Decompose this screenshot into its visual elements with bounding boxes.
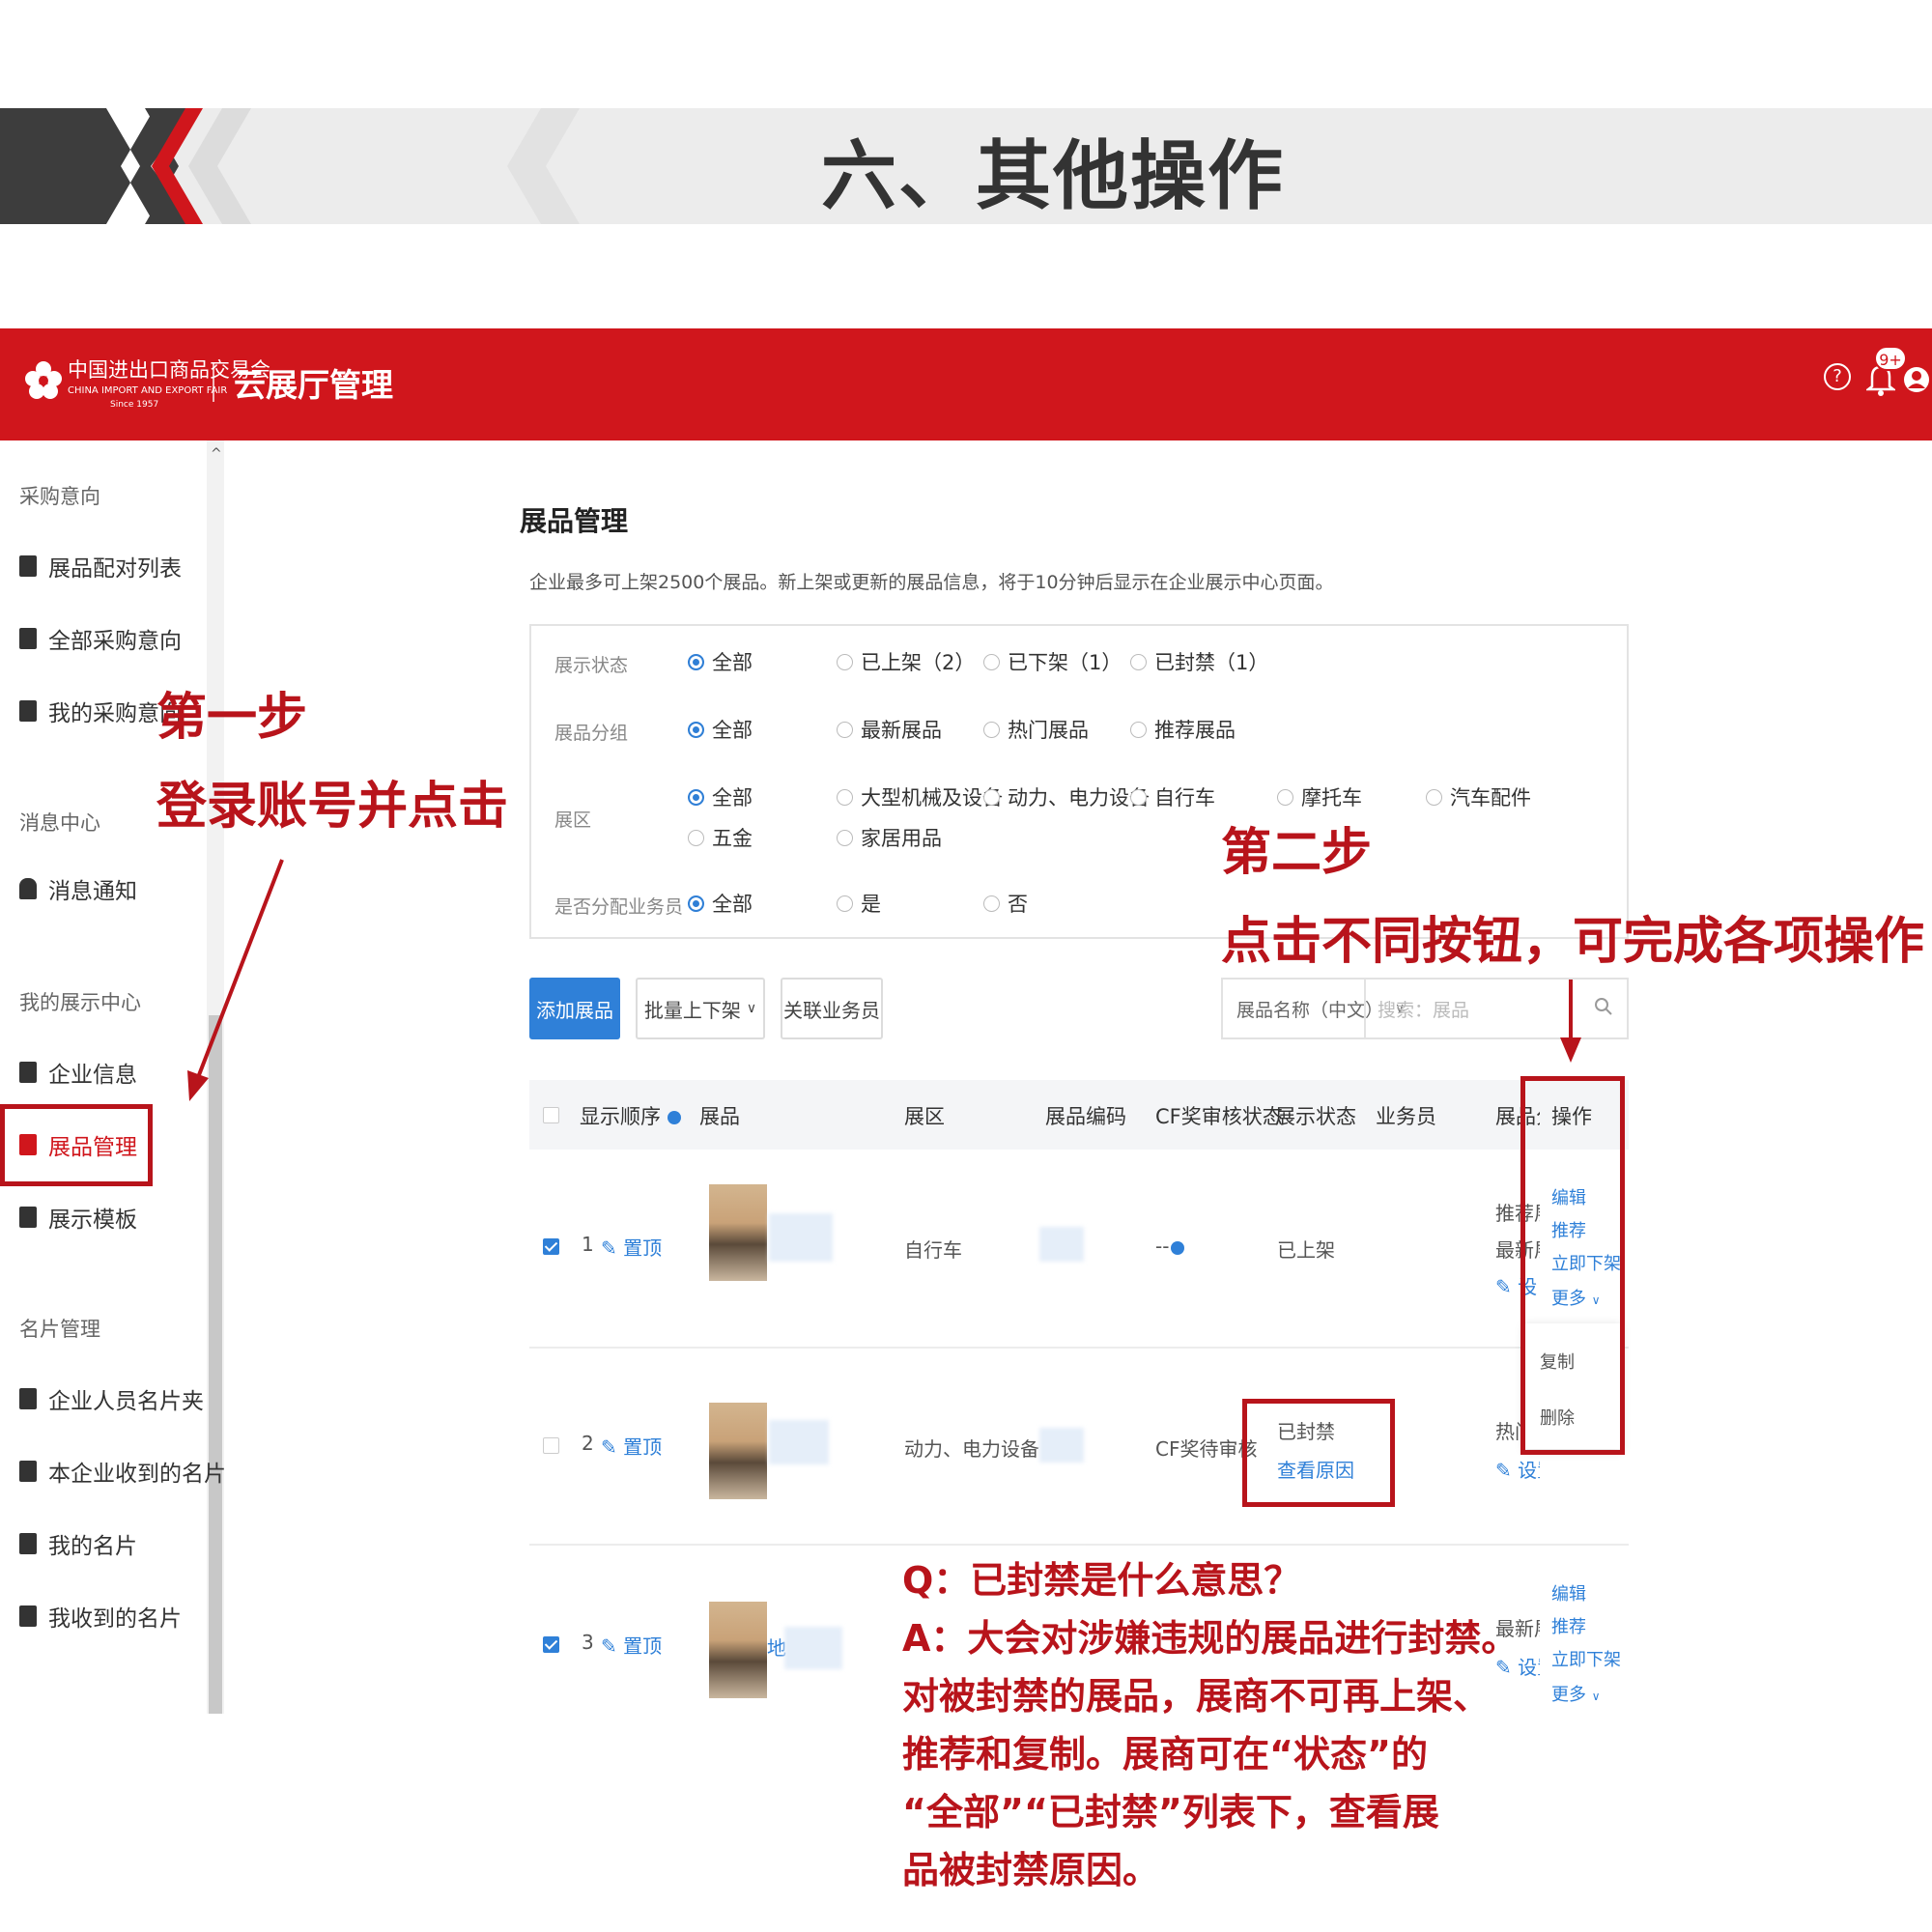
qa-line: Q：已封禁是什么意思？ [902,1559,1301,1602]
arrow-step2-head-icon [1560,1037,1581,1063]
qa-line: “全部”“已封禁”列表下，查看展 [902,1791,1439,1833]
arrow-step1-line [195,859,284,1081]
slide: 六、其他操作 中国进出口商品交易会 CHINA IMPORT AND EXPOR… [0,0,1932,1932]
qa-line: 品被封禁原因。 [902,1849,1160,1891]
qa-annotation: Q：已封禁是什么意思？ A：大会对涉嫌违规的展品进行封禁。 对被封禁的展品，展商… [902,1551,1519,1899]
qa-line: A：大会对涉嫌违规的展品进行封禁。 [902,1617,1519,1660]
qa-line: 对被封禁的展品，展商不可再上架、 [902,1675,1491,1718]
qa-line: 推荐和复制。展商可在“状态”的 [902,1733,1428,1776]
arrow-step1-head-icon [187,1070,209,1101]
